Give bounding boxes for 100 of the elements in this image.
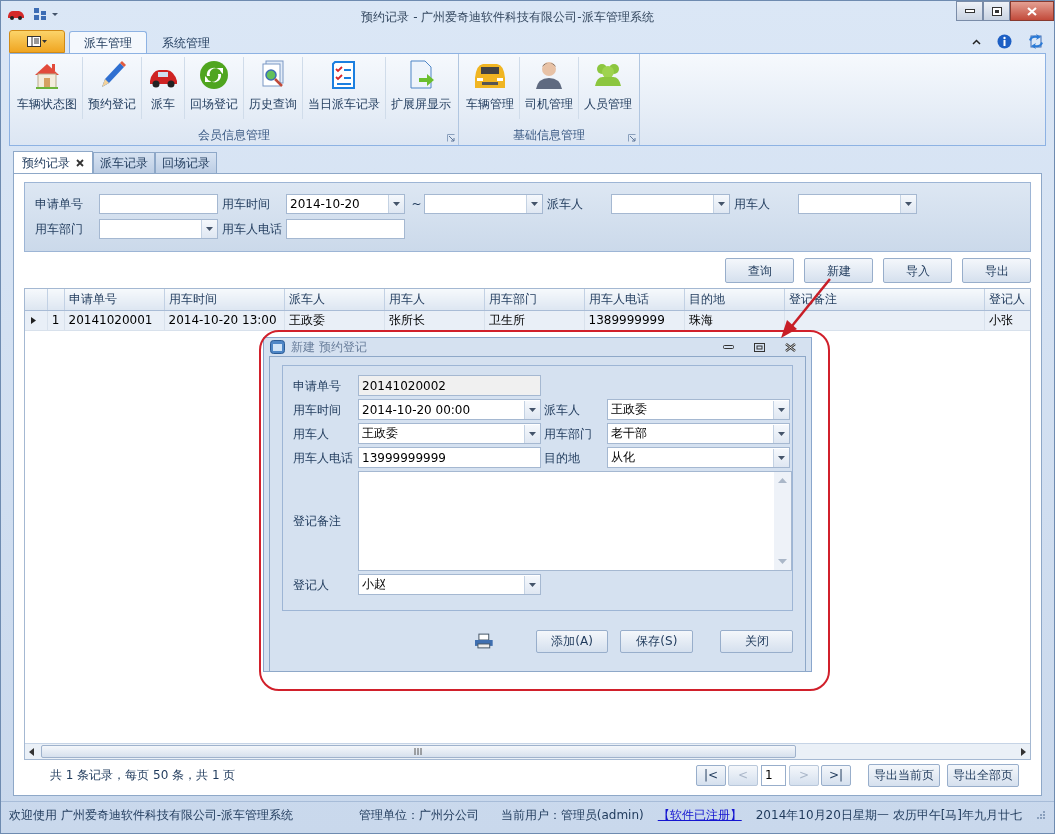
document-tab[interactable]: 回场记录	[155, 152, 217, 173]
column-header[interactable]: 目的地	[684, 289, 784, 310]
dropdown-button[interactable]	[526, 194, 542, 213]
layout-icon[interactable]	[33, 7, 59, 21]
printer-icon[interactable]	[474, 633, 494, 649]
action-button[interactable]: 新建	[804, 258, 873, 283]
field-label: 用车时间	[293, 401, 342, 419]
maximize-icon	[991, 6, 1002, 16]
dialog-button[interactable]: 保存(S)	[620, 629, 694, 653]
ribbon-button[interactable]: 当日派车记录	[303, 57, 386, 119]
dialog-button[interactable]: 添加(A)	[535, 629, 609, 653]
dialog-launcher-icon[interactable]	[447, 134, 455, 142]
remarks-field[interactable]	[358, 471, 792, 571]
combo-box[interactable]: 小赵	[358, 574, 541, 595]
ribbon-button[interactable]: 司机管理	[520, 57, 579, 119]
maximize-icon	[754, 342, 765, 352]
range-separator: ~	[410, 195, 423, 213]
app-menu-button[interactable]	[9, 30, 65, 53]
field-label: 用车时间	[222, 195, 271, 213]
text-field[interactable]	[99, 193, 218, 214]
collapse-icon[interactable]	[972, 38, 981, 45]
caret-icon	[718, 201, 725, 206]
combo-box[interactable]: 王政委	[358, 423, 541, 444]
dialog-button[interactable]: 关闭	[720, 629, 793, 653]
document-tab[interactable]: 预约记录	[13, 151, 93, 173]
column-header[interactable]: 派车人	[284, 289, 384, 310]
field-value[interactable]: 2014-10-20 00:00	[359, 400, 524, 419]
ribbon-button[interactable]: 人员管理	[579, 57, 637, 119]
field-label: 登记备注	[293, 513, 342, 530]
column-header[interactable]: 用车人电话	[584, 289, 684, 310]
column-header[interactable]: 用车人	[384, 289, 484, 310]
export-button[interactable]: 导出全部页	[947, 763, 1019, 787]
dropdown-button[interactable]	[524, 575, 540, 594]
combo-box[interactable]: 2014-10-20 00:00	[358, 399, 541, 420]
dialog-launcher-icon[interactable]	[628, 134, 636, 142]
date-field[interactable]	[424, 193, 543, 214]
horizontal-scrollbar[interactable]	[25, 743, 1030, 759]
text-field[interactable]	[286, 218, 405, 239]
info-icon[interactable]	[997, 34, 1012, 49]
field-label: 派车人	[547, 195, 584, 213]
dropdown-button[interactable]	[524, 400, 540, 419]
date-field[interactable]: 2014-10-20	[286, 193, 405, 214]
ribbon-button[interactable]: 回场登记	[185, 57, 244, 119]
action-button[interactable]: 查询	[725, 258, 794, 283]
ribbon-tab[interactable]: 系统管理	[147, 31, 225, 53]
caret-icon	[905, 201, 912, 206]
text-field[interactable]: 20141020002	[359, 376, 540, 395]
page-nav-button[interactable]: |<	[696, 764, 726, 786]
action-button[interactable]: 导出	[962, 258, 1031, 283]
car-icon[interactable]	[7, 8, 25, 20]
ribbon-button[interactable]: 预约登记	[83, 57, 142, 119]
page-nav-button[interactable]: >|	[821, 764, 851, 786]
ribbon-button[interactable]: 派车	[142, 57, 185, 119]
field-value[interactable]: 小赵	[359, 575, 524, 594]
dropdown-button[interactable]	[773, 448, 789, 467]
status-text: 管理单位：广州分公司	[358, 806, 479, 824]
dropdown-button[interactable]	[773, 424, 789, 443]
column-header[interactable]: 申请单号	[64, 289, 164, 310]
action-button[interactable]: 导入	[883, 258, 952, 283]
ribbon-button[interactable]: 车辆状态图	[12, 57, 83, 119]
ribbon-button[interactable]: 车辆管理	[461, 57, 520, 119]
document-tab[interactable]: 派车记录	[93, 152, 155, 173]
column-header[interactable]: 用车时间	[164, 289, 284, 310]
refresh-icon[interactable]	[1028, 34, 1044, 49]
close-icon[interactable]	[76, 158, 84, 167]
field-value[interactable]: 2014-10-20	[287, 194, 388, 213]
maximize-button[interactable]	[983, 1, 1010, 21]
close-button[interactable]	[1010, 1, 1054, 21]
page-number-field[interactable]: 1	[761, 764, 786, 786]
vertical-scrollbar[interactable]	[774, 472, 791, 570]
dropdown-button[interactable]	[524, 424, 540, 443]
combo-box[interactable]: 从化	[607, 447, 790, 468]
caret-icon	[393, 201, 400, 206]
ribbon-button[interactable]: 历史查询	[244, 57, 303, 119]
export-button[interactable]: 导出当前页	[868, 763, 940, 787]
minimize-icon	[723, 344, 734, 350]
field-value[interactable]: 老干部	[608, 424, 773, 443]
dropdown-button[interactable]	[201, 219, 217, 238]
column-header[interactable]: 用车部门	[484, 289, 584, 310]
dropdown-button[interactable]	[773, 400, 789, 419]
field-label: 申请单号	[293, 377, 342, 395]
caret-icon	[778, 407, 785, 412]
panel-icon	[27, 36, 47, 47]
field-label: 目的地	[543, 449, 581, 467]
dropdown-button[interactable]	[388, 194, 404, 213]
ribbon-button[interactable]: 扩展屏显示	[386, 57, 456, 119]
field-value[interactable]: 从化	[608, 448, 773, 467]
group-label: 基础信息管理	[513, 127, 585, 144]
column-header[interactable]: 登记人	[984, 289, 1030, 310]
field-value[interactable]: 王政委	[359, 424, 524, 443]
field-value[interactable]: 王政委	[608, 400, 773, 419]
registration-link[interactable]: 【软件已注册】	[657, 805, 742, 824]
scroll-up-icon	[778, 478, 787, 483]
dropdown-button[interactable]	[713, 194, 729, 213]
combo-box[interactable]: 老干部	[607, 423, 790, 444]
minimize-button[interactable]	[956, 1, 983, 21]
dropdown-button[interactable]	[900, 194, 916, 213]
combo-box[interactable]: 王政委	[607, 399, 790, 420]
ribbon-tab[interactable]: 派车管理	[69, 31, 147, 53]
text-field[interactable]: 13999999999	[359, 448, 540, 467]
